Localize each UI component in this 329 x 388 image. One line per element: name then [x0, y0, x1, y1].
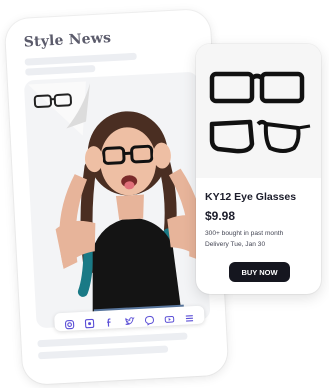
- menu-icon[interactable]: [184, 310, 195, 322]
- article-phone-mockup: Style News: [4, 8, 229, 386]
- facebook-icon[interactable]: [104, 314, 115, 327]
- model-wearing-glasses-illustration: [27, 81, 208, 326]
- product-card[interactable]: KY12 Eye Glasses $9.98 300+ bought in pa…: [196, 44, 321, 294]
- article-photo: [23, 71, 211, 329]
- eyeglasses-image: [209, 71, 311, 154]
- buy-now-button[interactable]: BUY NOW: [229, 262, 290, 282]
- site-title: Style News: [23, 30, 112, 51]
- instagram-icon[interactable]: [64, 316, 75, 330]
- text-placeholder: [24, 52, 137, 66]
- delivery-date: Delivery Tue, Jan 30: [205, 241, 266, 248]
- youtube-icon[interactable]: [164, 311, 175, 323]
- bought-count: 300+ bought in past month: [205, 230, 284, 237]
- square-icon[interactable]: [84, 315, 95, 329]
- product-price: $9.98: [205, 209, 236, 223]
- text-placeholder: [25, 64, 96, 76]
- twitter-icon[interactable]: [124, 313, 136, 325]
- product-name: KY12 Eye Glasses: [205, 191, 297, 203]
- eyeglasses-front-icon: [209, 71, 305, 104]
- text-placeholder: [38, 345, 169, 360]
- product-image: [196, 44, 321, 178]
- eyeglasses-angled-icon: [209, 119, 311, 154]
- messenger-icon[interactable]: [144, 312, 155, 326]
